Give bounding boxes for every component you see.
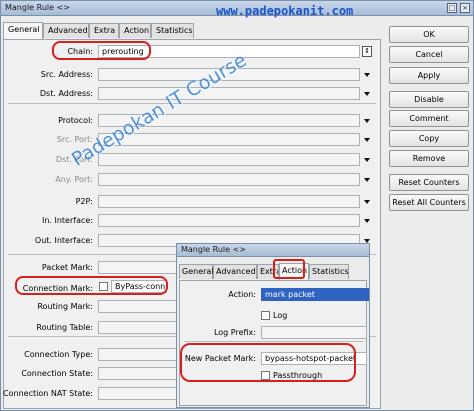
tab-extra[interactable]: Extra: [89, 23, 119, 38]
separator: [184, 341, 364, 342]
window-title: Mangle Rule <>: [5, 3, 71, 12]
packet-mark-label: Packet Mark:: [41, 263, 93, 272]
dropdown-arrow-icon[interactable]: [364, 138, 370, 142]
title-bar[interactable]: Mangle Rule <>: [177, 244, 369, 257]
routing-mark-label: Routing Mark:: [37, 302, 93, 311]
tab-general[interactable]: General: [179, 264, 214, 279]
connection-mark-highlight: [15, 276, 168, 295]
dst-address-label: Dst. Address:: [39, 89, 93, 98]
dropdown-arrow-icon[interactable]: [364, 158, 370, 162]
site-url-watermark: www.padepokanit.com: [216, 4, 354, 18]
protocol-label: Protocol:: [58, 116, 93, 125]
copy-button[interactable]: Copy: [389, 130, 469, 147]
connection-type-label: Connection Type:: [24, 350, 93, 359]
connection-state-field[interactable]: [98, 367, 178, 380]
any-port-label: Any. Port:: [55, 175, 93, 184]
log-checkbox[interactable]: [261, 311, 270, 320]
tab-action[interactable]: Action: [119, 23, 151, 38]
cancel-button[interactable]: Cancel: [389, 46, 469, 63]
maximize-icon[interactable]: □: [447, 3, 457, 13]
action-tab-highlight: [273, 259, 305, 279]
disable-button[interactable]: Disable: [389, 91, 469, 108]
any-port-field[interactable]: [98, 173, 360, 186]
log-prefix-field[interactable]: [261, 326, 367, 339]
chain-updown-icon[interactable]: ⇕: [362, 46, 372, 57]
dst-port-field[interactable]: [98, 153, 360, 166]
connection-state-label: Connection State:: [21, 369, 93, 378]
routing-mark-field[interactable]: [98, 300, 178, 313]
action-label: Action:: [228, 290, 256, 299]
reset-counters-button[interactable]: Reset Counters: [389, 174, 469, 191]
tab-general[interactable]: General: [3, 22, 43, 39]
dropdown-arrow-icon[interactable]: [364, 73, 370, 77]
reset-all-counters-button[interactable]: Reset All Counters: [389, 194, 469, 211]
connection-type-field[interactable]: [98, 348, 178, 361]
dropdown-arrow-icon[interactable]: [364, 92, 370, 96]
tab-advanced[interactable]: Advanced: [213, 264, 257, 279]
connection-nat-state-label: Connection NAT State:: [3, 389, 93, 398]
comment-button[interactable]: Comment: [389, 110, 469, 127]
log-prefix-label: Log Prefix:: [213, 328, 256, 337]
dropdown-arrow-icon[interactable]: [364, 200, 370, 204]
dropdown-arrow-icon[interactable]: [364, 219, 370, 223]
connection-nat-state-field[interactable]: [98, 387, 178, 400]
tab-statistics[interactable]: Statistics: [151, 23, 194, 38]
p2p-field[interactable]: [98, 195, 360, 208]
in-interface-label: In. Interface:: [41, 216, 93, 225]
apply-button[interactable]: Apply: [389, 67, 469, 84]
in-interface-field[interactable]: [98, 214, 360, 227]
routing-table-field[interactable]: [98, 321, 178, 334]
window-title: Mangle Rule <>: [181, 245, 247, 254]
remove-button[interactable]: Remove: [389, 150, 469, 167]
routing-table-label: Routing Table:: [36, 323, 93, 332]
dropdown-arrow-icon[interactable]: [364, 119, 370, 123]
out-interface-label: Out. Interface:: [34, 236, 93, 245]
new-packet-mark-highlight: [180, 343, 356, 382]
dst-address-field[interactable]: [98, 87, 360, 100]
src-address-label: Src. Address:: [40, 70, 93, 79]
chain-highlight: [52, 41, 151, 60]
packet-mark-field[interactable]: [98, 261, 178, 274]
close-icon[interactable]: ×: [460, 3, 470, 13]
action-select[interactable]: mark packet: [261, 288, 369, 301]
tab-advanced[interactable]: Advanced: [43, 23, 89, 38]
ok-button[interactable]: OK: [389, 26, 469, 43]
log-label: Log: [273, 311, 288, 320]
dropdown-arrow-icon[interactable]: [364, 178, 370, 182]
p2p-label: P2P:: [75, 197, 93, 206]
tab-statistics[interactable]: Statistics: [309, 264, 349, 279]
